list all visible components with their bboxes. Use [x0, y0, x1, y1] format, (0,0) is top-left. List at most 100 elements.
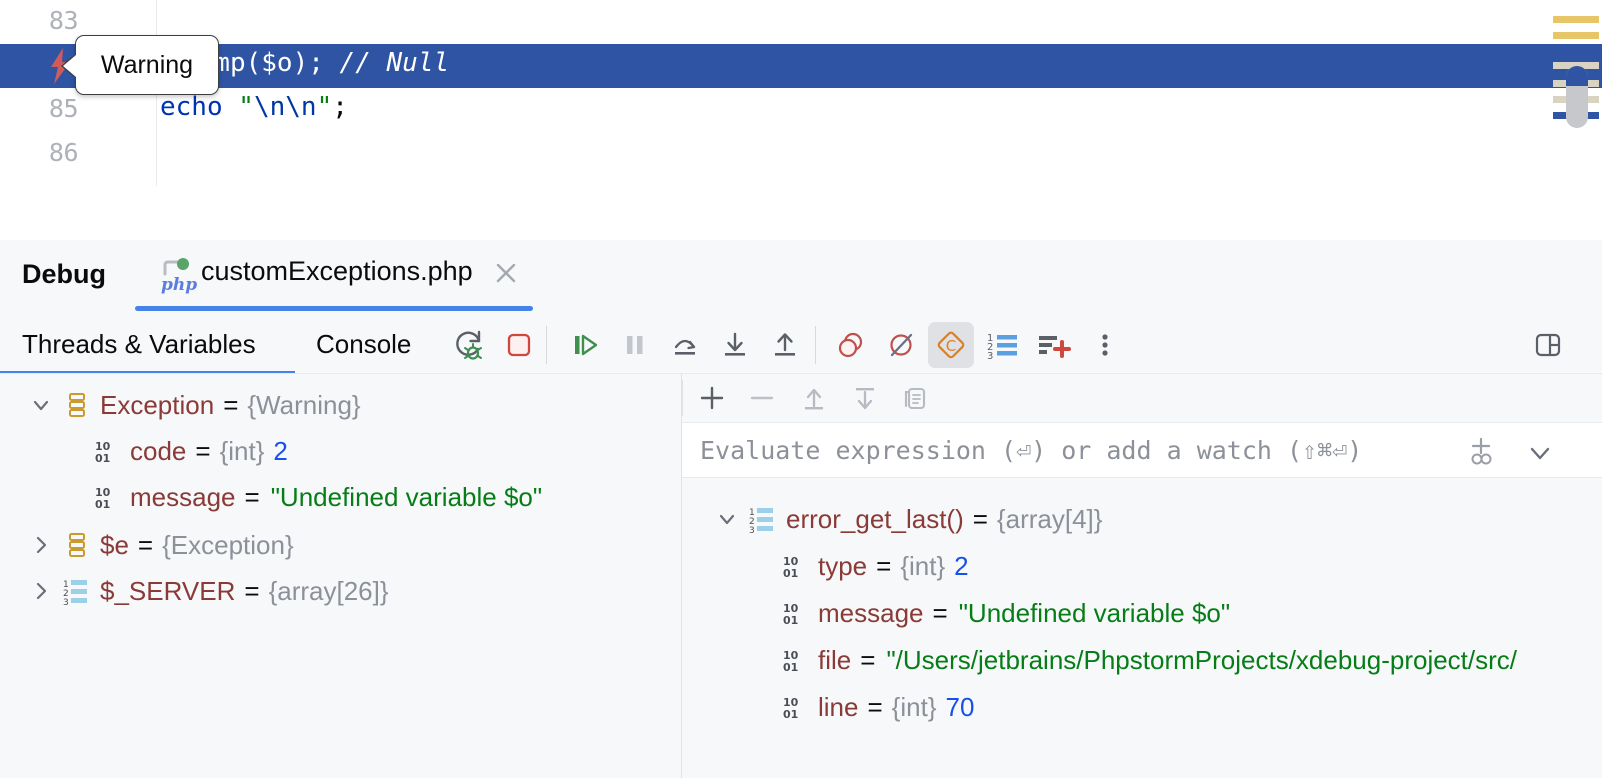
tab-console[interactable]: Console: [316, 329, 411, 360]
chevron-right-icon[interactable]: [22, 580, 60, 602]
svg-text:3: 3: [63, 598, 69, 606]
equals-sign: =: [876, 551, 891, 582]
code-comment: // Null: [340, 48, 450, 78]
tooltip-arrow: [63, 55, 76, 77]
show-coverage-button[interactable]: C: [928, 322, 974, 368]
remove-watch-button[interactable]: [740, 378, 784, 418]
svg-text:01: 01: [783, 614, 798, 627]
resume-program-button[interactable]: [562, 322, 608, 368]
mute-breakpoints-button[interactable]: [878, 322, 924, 368]
equals-sign: =: [223, 390, 238, 421]
variable-row[interactable]: 10 01 message = "Undefined variable $o": [0, 474, 681, 520]
warning-marker[interactable]: [1553, 16, 1599, 23]
watch-value: 2: [954, 551, 968, 582]
primitive-icon: 10 01: [778, 645, 812, 675]
variable-row[interactable]: $e = {Exception}: [0, 522, 681, 568]
chevron-right-icon[interactable]: [22, 534, 60, 556]
variable-name: Exception: [100, 390, 214, 421]
variable-name: code: [130, 436, 186, 467]
editor-bottom-gap: [0, 186, 1602, 240]
svg-text:C: C: [946, 337, 956, 355]
watch-type: {array[4]}: [997, 504, 1103, 535]
watch-expression: error_get_last(): [786, 504, 964, 535]
move-watch-down-button[interactable]: [843, 378, 887, 418]
equals-sign: =: [195, 436, 210, 467]
watch-key: line: [818, 692, 858, 723]
chevron-down-icon[interactable]: [22, 394, 60, 416]
svg-text:01: 01: [783, 661, 798, 674]
watch-row[interactable]: 10 01 message = "Undefined variable $o": [682, 590, 1602, 636]
variables-tree[interactable]: Exception = {Warning} 10 01 code = {int}…: [0, 374, 681, 778]
watch-key: file: [818, 645, 851, 676]
watch-row[interactable]: 10 01 file = "/Users/jetbrains/PhpstormP…: [682, 637, 1602, 683]
evaluate-placeholder: Evaluate expression (⏎) or add a watch (…: [700, 436, 1362, 465]
watch-value: "/Users/jetbrains/PhpstormProjects/xdebu…: [886, 645, 1517, 676]
variable-row[interactable]: Exception = {Warning}: [0, 382, 681, 428]
variable-type: {Warning}: [247, 390, 360, 421]
watch-key: type: [818, 551, 867, 582]
step-out-button[interactable]: [762, 322, 808, 368]
array-icon: 1 2 3: [746, 504, 780, 534]
warning-marker[interactable]: [1553, 32, 1599, 39]
equals-sign: =: [867, 692, 882, 723]
step-over-button[interactable]: [662, 322, 708, 368]
tab-threads-and-variables[interactable]: Threads & Variables: [22, 329, 256, 360]
primitive-icon: 10 01: [778, 598, 812, 628]
move-watch-up-button[interactable]: [792, 378, 836, 418]
watch-type: {int}: [900, 551, 945, 582]
string-quote-open: ": [238, 92, 254, 122]
close-icon[interactable]: [493, 260, 519, 286]
debug-header: Debug php customExceptions.php: [0, 240, 1602, 312]
variable-type: {array[26]}: [269, 576, 389, 607]
object-icon: [60, 530, 94, 560]
watch-value: 70: [946, 692, 975, 723]
chevron-down-icon[interactable]: [1524, 437, 1556, 469]
toolbar-separator: [815, 326, 816, 364]
primitive-icon: 10 01: [90, 436, 124, 466]
view-breakpoints-button[interactable]: [828, 322, 874, 368]
copy-watch-button[interactable]: [894, 378, 938, 418]
add-to-watches-icon[interactable]: [1464, 435, 1498, 469]
pause-program-button[interactable]: [612, 322, 658, 368]
layout-settings-button[interactable]: [1525, 322, 1571, 368]
page-title: Debug: [22, 259, 106, 290]
watch-row[interactable]: 10 01 type = {int} 2: [682, 543, 1602, 589]
step-into-button[interactable]: [712, 322, 758, 368]
equals-sign: =: [244, 576, 259, 607]
evaluate-expression-field[interactable]: Evaluate expression (⏎) or add a watch (…: [682, 422, 1602, 478]
stop-button[interactable]: [496, 322, 542, 368]
add-watch-button[interactable]: [1032, 322, 1078, 368]
code-line-85[interactable]: echo "\n\n";: [160, 92, 348, 122]
equals-sign: =: [245, 482, 260, 513]
debug-tool-window: Debug php customExceptions.php: [0, 240, 1602, 778]
add-watch-button[interactable]: [690, 378, 734, 418]
primitive-icon: 10 01: [778, 551, 812, 581]
debug-session-tab[interactable]: php customExceptions.php: [135, 240, 533, 312]
warning-tooltip: Warning: [75, 35, 219, 95]
toolbar-more-options-button[interactable]: [1082, 322, 1128, 368]
svg-text:01: 01: [783, 708, 798, 721]
keyword-echo: echo: [160, 92, 223, 122]
equals-sign: =: [933, 598, 948, 629]
watch-type: {int}: [892, 692, 937, 723]
rerun-debug-button[interactable]: [446, 322, 492, 368]
watches-tree[interactable]: 1 2 3 error_get_last() = {array[4]}: [682, 478, 1602, 778]
variable-name: message: [130, 482, 236, 513]
code-editor[interactable]: 83 85 86 dump($o); // Null echo "\n\n"; …: [0, 0, 1602, 186]
chevron-down-icon[interactable]: [708, 508, 746, 530]
watch-key: message: [818, 598, 924, 629]
line-number: 83: [0, 6, 78, 35]
tooltip-label: Warning: [101, 51, 193, 80]
phpstorm-debug-window: 83 85 86 dump($o); // Null echo "\n\n"; …: [0, 0, 1602, 778]
watch-row[interactable]: 1 2 3 error_get_last() = {array[4]}: [682, 496, 1602, 542]
string-quote-close: ": [317, 92, 333, 122]
variable-row[interactable]: 1 2 3 $_SERVER = {array[26]}: [0, 568, 681, 614]
sort-values-button[interactable]: 1 2 3: [980, 322, 1026, 368]
highlighted-code-line[interactable]: dump($o); // Null: [183, 48, 449, 78]
variable-row[interactable]: 10 01 code = {int} 2: [0, 428, 681, 474]
variable-name: $e: [100, 530, 129, 561]
svg-text:php: php: [161, 275, 197, 295]
watch-row[interactable]: 10 01 line = {int} 70: [682, 684, 1602, 730]
watches-toolbar: [682, 374, 1602, 422]
php-file-icon: php: [157, 256, 197, 296]
